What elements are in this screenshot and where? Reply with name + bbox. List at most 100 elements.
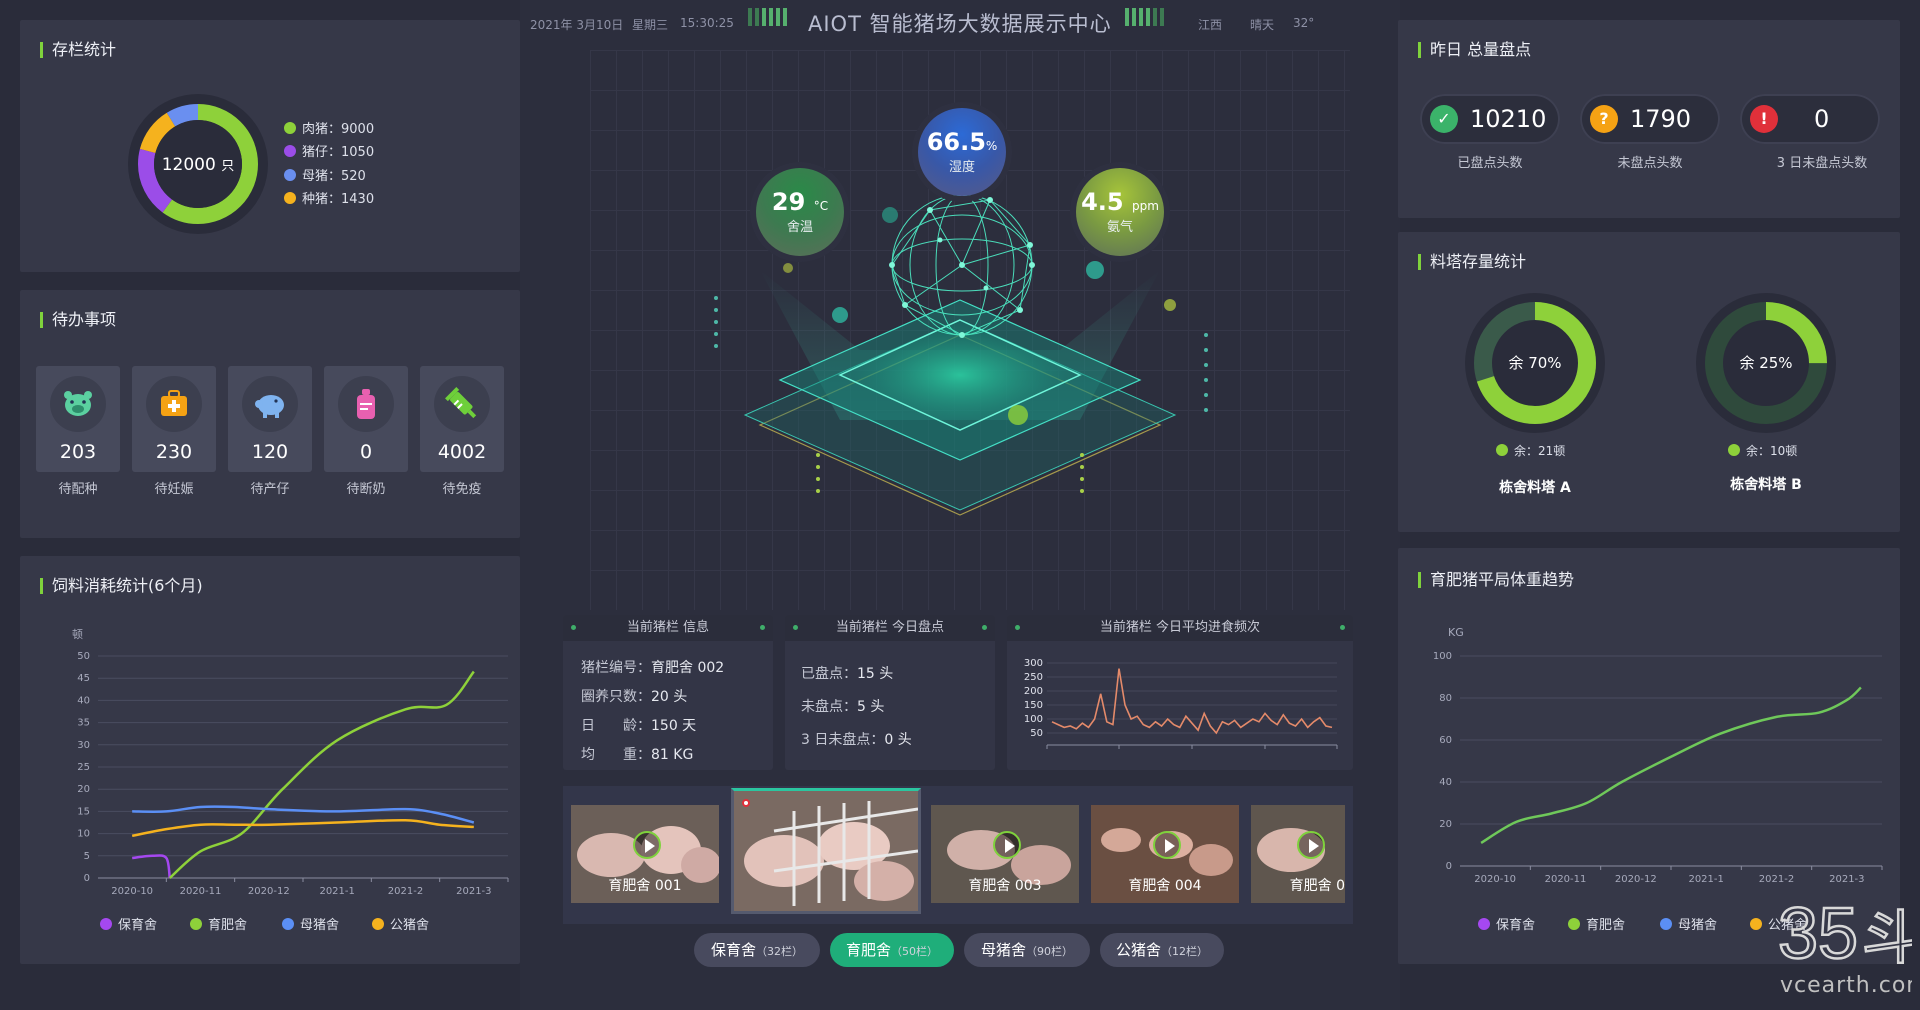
todo-value: 230 (155, 441, 193, 463)
weight-chart: 0 20 40 60 80 100 2020-10 2020-11 2020-12 2021-1 2… (1433, 651, 1883, 885)
x-tick-label: 2021-3 (1829, 874, 1864, 885)
todo-card-weaning[interactable]: 0 (324, 366, 408, 472)
tab-boar[interactable]: 公猪舍（12栏） (1100, 933, 1224, 967)
series-line (168, 670, 475, 879)
inventory-legend-breeder: 种猪：1430 (284, 188, 374, 207)
camera-feed-001[interactable]: 育肥舍 001 (571, 805, 719, 903)
todo-title: 待办事项 (40, 312, 116, 328)
uncounted-chip[interactable]: ? 1790 (1580, 94, 1720, 144)
y-tick-label: 80 (1439, 693, 1452, 704)
header-decoration-left (748, 8, 790, 26)
header-location: 江西 (1198, 18, 1223, 32)
silo-a-percent: 余 70% (1508, 354, 1562, 372)
feed-frequency-box: 当前猪栏 今日平均进食频次 50 100 150 200 250 300 (1007, 615, 1353, 770)
pen-count-row: 3 日未盘点：0 头 (801, 732, 912, 748)
svg-text:斗: 斗 (1862, 904, 1912, 972)
feed-frequency-chart: 50 100 150 200 250 300 (1024, 658, 1338, 749)
y-tick-label: 20 (77, 784, 90, 795)
play-icon[interactable] (1153, 831, 1181, 859)
pen-count-title: 当前猪栏 今日盘点 (785, 615, 995, 641)
tab-nursery[interactable]: 保育舍（32栏） (694, 933, 820, 967)
inventory-total: 12000 只 (126, 155, 270, 175)
x-tick-label: 2020-10 (111, 886, 153, 897)
todo-label: 待妊娠 (154, 482, 194, 497)
y-tick-label: 40 (1439, 777, 1452, 788)
feed-legend-nursery: 保育舍 (100, 914, 157, 933)
camera-label: 育肥舍 0 (1289, 878, 1345, 894)
uncounted-value: 1790 (1630, 105, 1692, 133)
inventory-total-value: 12000 (161, 155, 216, 175)
pig-face-icon (50, 376, 106, 432)
y-tick-label: 150 (1024, 700, 1043, 711)
svg-text:vcearth.com: vcearth.com (1780, 973, 1912, 998)
tab-sow[interactable]: 母猪舍（90栏） (964, 933, 1090, 967)
camera-feed-003[interactable]: 育肥舍 003 (931, 805, 1079, 903)
camera-feed-005[interactable]: 育肥舍 0 (1251, 805, 1345, 903)
todo-card-farrowing[interactable]: 120 (228, 366, 312, 472)
y-tick-label: 100 (1433, 651, 1452, 662)
y-tick-label: 45 (77, 673, 90, 684)
three-day-uncounted-label: 3 日未盘点头数 (1776, 156, 1868, 171)
y-tick-label: 300 (1024, 658, 1043, 669)
camera-feed-004[interactable]: 育肥舍 004 (1091, 805, 1239, 903)
camera-feed-selected[interactable] (731, 788, 921, 914)
todo-value: 120 (251, 441, 289, 463)
todo-card-pregnancy[interactable]: 230 (132, 366, 216, 472)
x-tick-label: 2021-3 (456, 886, 491, 897)
y-tick-label: 0 (1446, 861, 1452, 872)
series-line (132, 805, 475, 824)
question-icon: ? (1590, 105, 1618, 133)
piggy-icon (242, 376, 298, 432)
y-tick-label: 20 (1439, 819, 1452, 830)
y-tick-label: 100 (1024, 714, 1043, 725)
inventory-panel: 存栏统计 12000 只 肉猪：9000 猪仔：1050 母猪：520 种猪：1… (20, 20, 520, 272)
header-time: 15:30:25 (680, 16, 734, 30)
counted-value: 10210 (1470, 105, 1547, 133)
watermark-logo: 35 斗 vcearth.com (1777, 893, 1912, 998)
todo-card-breeding[interactable]: 203 (36, 366, 120, 472)
play-icon[interactable] (633, 831, 661, 859)
series-line (1051, 668, 1333, 735)
pen-info-row: 圈养只数：20 头 (581, 689, 688, 705)
todo-label: 待配种 (58, 482, 98, 497)
play-icon[interactable] (1297, 831, 1325, 859)
series-line (132, 854, 171, 879)
todo-value: 4002 (437, 441, 487, 463)
y-tick-label: 200 (1024, 686, 1043, 697)
feed-chart-title: 饲料消耗统计(6个月) (40, 578, 203, 594)
camera-label: 育肥舍 001 (608, 878, 682, 894)
warning-icon: ! (1750, 105, 1778, 133)
feed-legend-sow: 母猪舍 (282, 914, 339, 933)
tab-fattening[interactable]: 育肥舍（50栏） (830, 933, 954, 967)
weight-legend-sow: 母猪舍 (1660, 914, 1717, 933)
play-icon[interactable] (993, 831, 1021, 859)
x-tick-label: 2020-11 (180, 886, 222, 897)
three-day-uncounted-chip[interactable]: ! 0 (1740, 94, 1880, 144)
x-tick-label: 2021-2 (388, 886, 423, 897)
y-tick-label: 250 (1024, 672, 1043, 683)
feed-chart: 0 5 10 15 20 25 30 35 40 45 50 2020-10 2020-11 2020-1… (77, 651, 509, 897)
feed-chart-panel: 饲料消耗统计(6个月) 顿 0 5 10 15 20 25 30 35 40 45 50 2020-1… (20, 556, 520, 964)
y-tick-label: 35 (77, 718, 90, 729)
inventory-legend-piglet: 猪仔：1050 (284, 141, 374, 160)
counted-label: 已盘点头数 (1457, 156, 1523, 171)
inventory-total-unit: 只 (221, 159, 235, 174)
header-weekday: 星期三 (632, 18, 669, 32)
silo-b-name: 栋舍料塔 B (1730, 477, 1802, 493)
silo-title: 料塔存量统计 (1418, 254, 1526, 270)
inventory-title: 存栏统计 (40, 42, 116, 58)
pen-count-box: 当前猪栏 今日盘点 已盘点：15 头 未盘点：5 头 3 日未盘点：0 头 (785, 615, 995, 770)
header-date: 2021年 3月10日 (530, 18, 624, 32)
todo-label: 待产仔 (250, 482, 290, 497)
x-tick-label: 2020-11 (1545, 874, 1587, 885)
y-tick-label: 15 (77, 806, 90, 817)
feed-legend-boar: 公猪舍 (372, 914, 429, 933)
y-tick-label: 40 (77, 695, 90, 706)
todo-label: 待断奶 (346, 482, 386, 497)
pen-info-row: 猪栏编号：育肥舍 002 (581, 660, 725, 676)
todo-card-immunization[interactable]: 4002 (420, 366, 504, 472)
counted-chip[interactable]: ✓ 10210 (1420, 94, 1560, 144)
camera-thumbnail (734, 791, 918, 911)
y-tick-label: 50 (1030, 728, 1043, 739)
camera-label: 育肥舍 004 (1128, 878, 1202, 894)
